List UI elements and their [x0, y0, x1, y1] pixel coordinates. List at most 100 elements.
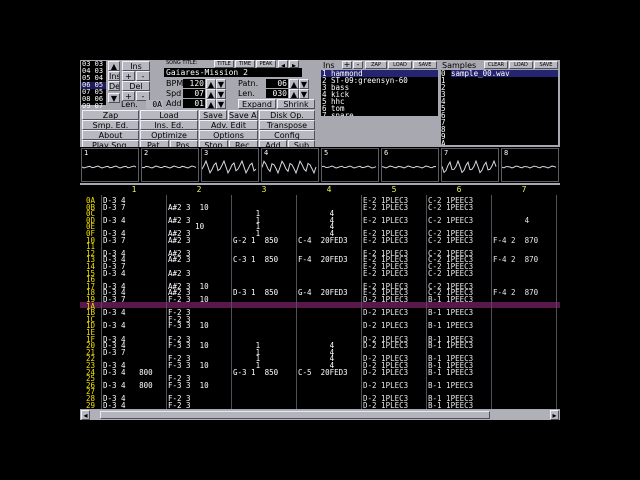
spd-label: Spd — [166, 89, 182, 98]
spd-down-button[interactable]: ▼ — [216, 89, 226, 99]
pattern-cell[interactable]: B-1 1PEEC3 — [428, 402, 490, 409]
channel-number[interactable]: 1 — [102, 185, 166, 195]
pattern-cell[interactable]: D-2 1PLEC3 — [363, 402, 425, 409]
ins-save-button[interactable]: SAVE — [413, 61, 437, 69]
plen-down-button[interactable]: ▼ — [299, 89, 309, 99]
shrink-button[interactable]: Shrink — [277, 99, 315, 109]
bpm-down-button[interactable]: ▼ — [216, 79, 226, 89]
sample-number: A — [441, 139, 446, 145]
advanced-edit-button[interactable]: Adv. Edit — [199, 120, 258, 130]
smp-load-button[interactable]: LOAD — [509, 61, 533, 69]
optimize-button[interactable]: Optimize — [140, 130, 198, 140]
samples-label: Samples — [442, 61, 477, 70]
row-number: 29 — [86, 400, 96, 409]
scope-channel-5[interactable]: 5 — [321, 148, 379, 182]
ins-minus-button[interactable]: - — [353, 61, 363, 69]
sample-editor-button[interactable]: Smp. Ed. — [82, 120, 139, 130]
instrument-list[interactable]: 1 hammond 2 ST-09:greensyn-60 3 bass 4 kick… — [321, 70, 438, 116]
time-button[interactable]: TIME — [235, 60, 255, 68]
save-button[interactable]: Save — [199, 110, 227, 120]
config-button[interactable]: Config — [259, 130, 315, 140]
bpm-value: 120 — [183, 79, 205, 88]
pattern-cell[interactable]: F-2 3 — [168, 402, 230, 409]
pattern-cell[interactable]: D-3 4 — [103, 402, 165, 409]
tracker-window: 03 03 04 03 05 04 06 05 07 05 08 06 09 07 ▲ In… — [80, 60, 560, 420]
ins-position-button[interactable]: Ins — [122, 61, 150, 71]
scrollbar-thumb[interactable] — [100, 411, 490, 419]
about-button[interactable]: About — [82, 130, 139, 140]
plen-up-button[interactable]: ▲ — [289, 89, 299, 99]
scope-waveform — [202, 159, 257, 175]
smp-save-button[interactable]: SAVE — [534, 61, 558, 69]
smp-clear-button[interactable]: CLEAR — [484, 61, 508, 69]
pos-minus-button[interactable]: - — [136, 71, 150, 81]
pattern-channel-header: 1234567 — [80, 185, 560, 195]
channel-number[interactable]: 6 — [427, 185, 491, 195]
scope-waveform — [322, 165, 377, 169]
add-down-button[interactable]: ▼ — [216, 99, 226, 109]
options-button[interactable]: Options — [199, 130, 258, 140]
scope-channel-1[interactable]: 1 — [81, 148, 139, 182]
bpm-up-button[interactable]: ▲ — [206, 79, 216, 89]
patn-value: 06 — [266, 79, 288, 88]
spd-up-button[interactable]: ▲ — [206, 89, 216, 99]
pos-ins-button[interactable]: Ins — [108, 71, 120, 81]
add-up-button[interactable]: ▲ — [206, 99, 216, 109]
pattern-row[interactable]: 29 D-3 4 F-2 3 D-2 1PLEC3 B-1 1PEEC3 — [80, 400, 560, 409]
header-right-button[interactable]: ▸ — [289, 60, 299, 68]
pos-del-button[interactable]: Del — [108, 81, 120, 91]
position-list[interactable]: 03 03 04 03 05 04 06 05 07 05 08 06 09 07 — [81, 61, 106, 110]
scroll-right-button[interactable]: ▸ — [550, 410, 559, 420]
sample-list[interactable]: 0123456789AB sample_00.wav — [441, 70, 558, 145]
channel-number[interactable]: 3 — [232, 185, 296, 195]
scroll-left-button[interactable]: ◂ — [81, 410, 90, 420]
load-button[interactable]: Load — [140, 110, 198, 120]
instrument-item[interactable]: 7 snare — [321, 112, 438, 116]
pos-plus-button[interactable]: + — [122, 71, 135, 81]
ins-plus-button[interactable]: + — [342, 61, 352, 69]
title-button[interactable]: TITLE — [214, 60, 234, 68]
disk-op-button[interactable]: Disk Op. — [259, 110, 315, 120]
scope-waveform — [442, 159, 497, 174]
patn-up-button[interactable]: ▲ — [289, 79, 299, 89]
bpm-label: BPM — [166, 79, 184, 88]
add-label: Add — [166, 99, 182, 108]
pattern-editor[interactable]: 0A D-3 4 E-2 1PLEC3 C-2 1PEEC3 0B D-3 7 A#2 3 … — [80, 195, 560, 409]
channel-number[interactable]: 4 — [297, 185, 361, 195]
pos-down-button[interactable]: ▼ — [108, 93, 120, 103]
scope-waveform — [502, 165, 557, 169]
del-position-button[interactable]: Del — [122, 81, 150, 91]
patn-label: Patn. — [238, 79, 259, 88]
header-left-button[interactable]: ◂ — [278, 60, 288, 68]
instrument-editor-button[interactable]: Ins. Ed. — [140, 120, 198, 130]
patn-down-button[interactable]: ▼ — [299, 79, 309, 89]
song-title-label: SONG TITLE: — [166, 60, 198, 66]
transpose-button[interactable]: Transpose — [259, 120, 315, 130]
pos-up-button[interactable]: ▲ — [108, 61, 120, 71]
expand-button[interactable]: Expand — [238, 99, 276, 109]
scope-channel-3[interactable]: 3 — [201, 148, 259, 182]
channel-number[interactable]: 5 — [362, 185, 426, 195]
channel-number[interactable]: 2 — [167, 185, 231, 195]
channel-number[interactable]: 7 — [492, 185, 556, 195]
position-entry[interactable]: 09 07 — [81, 103, 106, 110]
ins-load-button[interactable]: LOAD — [388, 61, 412, 69]
scope-waveform — [142, 165, 197, 169]
zap-button[interactable]: Zap — [82, 110, 139, 120]
scope-waveform — [82, 165, 137, 169]
ins-zap-button[interactable]: ZAP — [365, 61, 387, 69]
pattern-len-label: Len. — [238, 89, 255, 98]
peak-button[interactable]: PEAK — [256, 60, 276, 68]
scope-channel-8[interactable]: 8 — [501, 148, 559, 182]
scope-channel-4[interactable]: 4 — [261, 148, 319, 182]
scope-channel-2[interactable]: 2 — [141, 148, 199, 182]
scope-channel-7[interactable]: 7 — [441, 148, 499, 182]
sample-item[interactable]: sample_00.wav — [451, 70, 558, 77]
scope-channel-6[interactable]: 6 — [381, 148, 439, 182]
len-value: 0A — [146, 100, 163, 109]
pattern-len-value: 030 — [266, 89, 288, 98]
song-title-field[interactable]: Gaiares-Mission 2 — [164, 68, 302, 77]
save-as-button[interactable]: Save As... — [228, 110, 258, 120]
horizontal-scrollbar[interactable]: ◂ ▸ — [80, 410, 560, 420]
spd-value: 07 — [183, 89, 205, 98]
